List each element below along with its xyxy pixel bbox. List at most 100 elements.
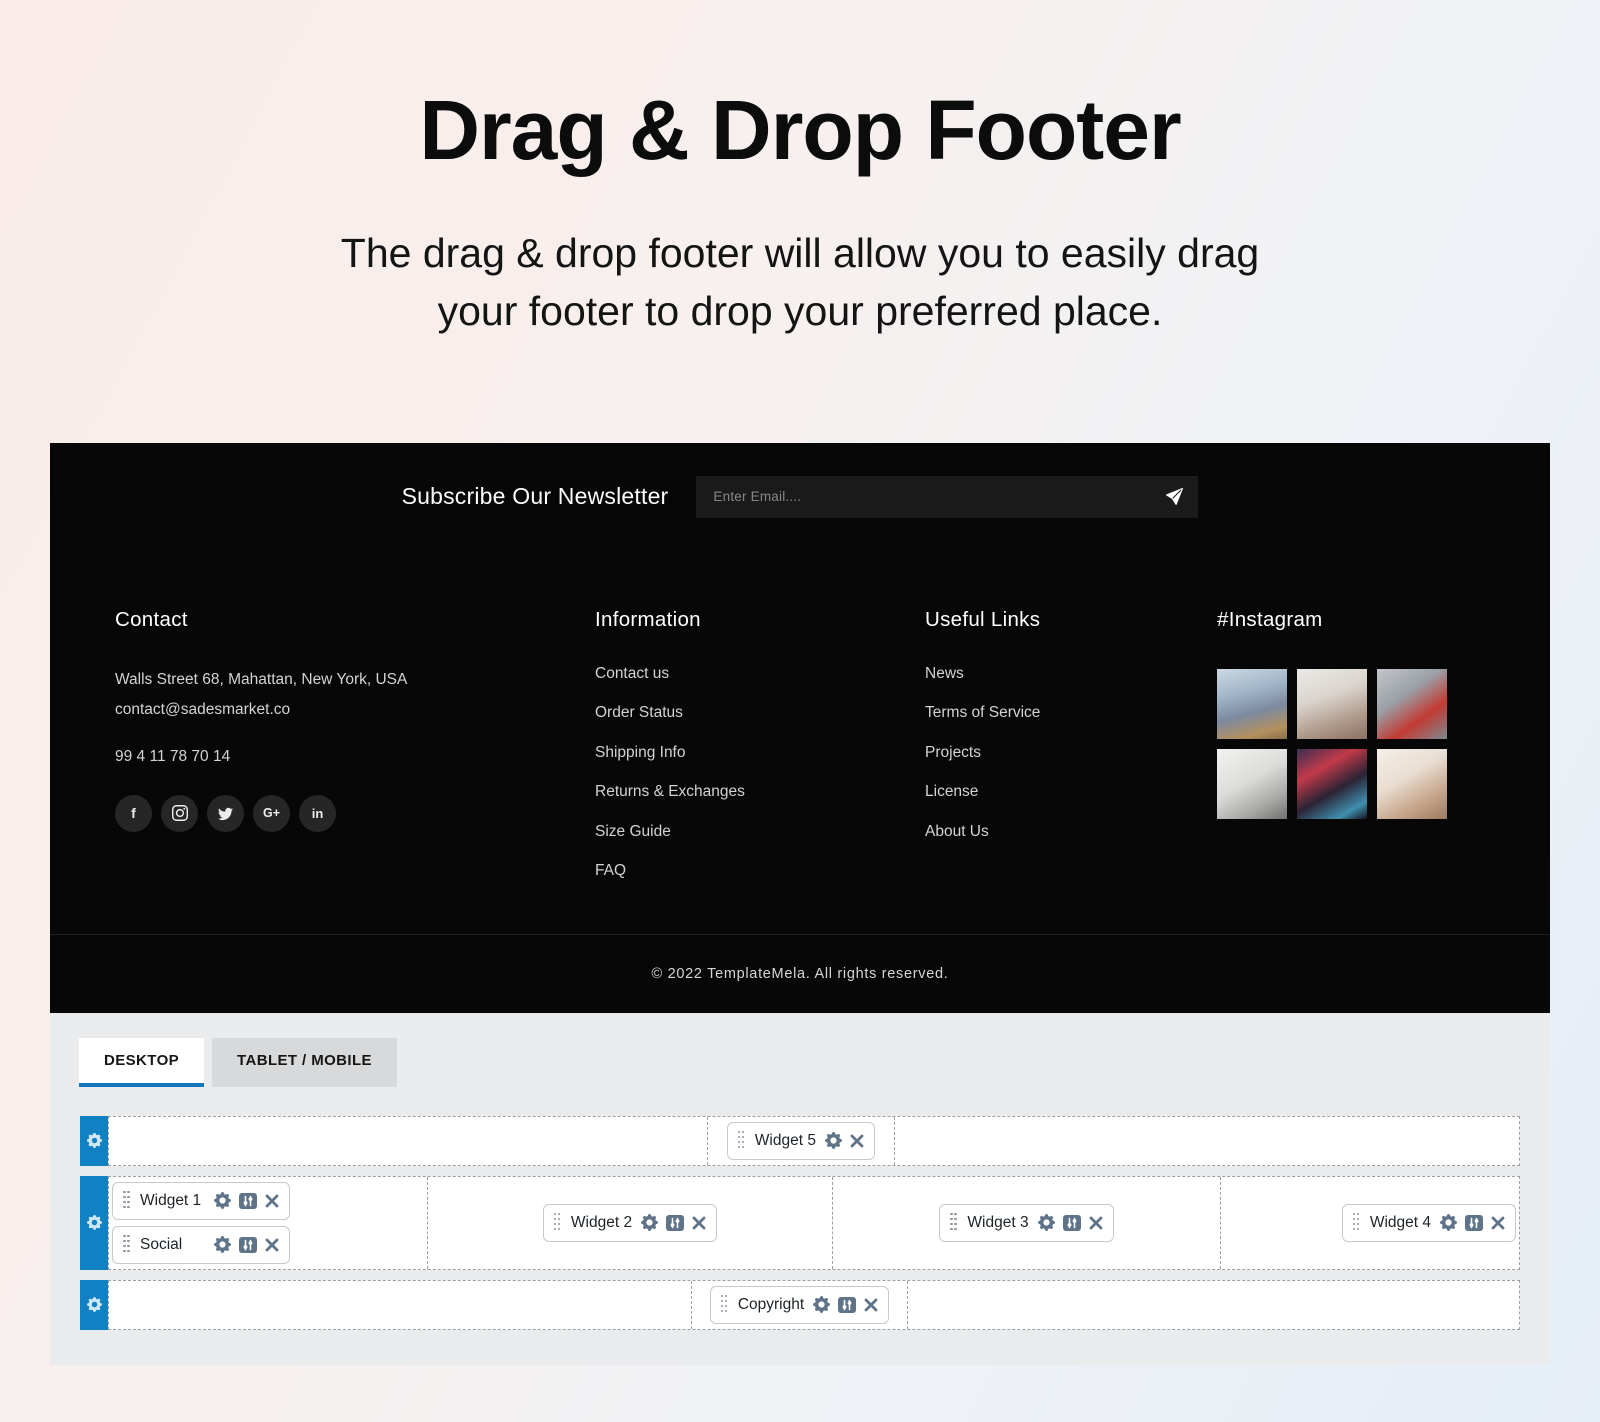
sliders-icon[interactable] [239,1193,257,1209]
paper-plane-icon [1166,488,1183,505]
footer-builder-panel: DESKTOP TABLET / MOBILE Widget 5 [50,1013,1550,1365]
drop-zone[interactable]: Copyright [692,1281,907,1329]
page: Drag & Drop Footer The drag & drop foote… [0,0,1600,1422]
gear-icon[interactable] [1440,1214,1457,1231]
footer-column-useful-links: Useful Links News Terms of Service Proje… [925,608,1217,934]
widget-chip-widget1[interactable]: Widget 1 [112,1182,290,1220]
footer-link[interactable]: About Us [925,823,1217,841]
sliders-icon[interactable] [666,1215,684,1231]
sliders-icon[interactable] [239,1237,257,1253]
drop-zone[interactable]: Widget 1 Social [109,1177,428,1269]
widget-chip-copyright[interactable]: Copyright [710,1286,889,1324]
footer-link[interactable]: Projects [925,744,1217,762]
widget-chip-widget2[interactable]: Widget 2 [543,1204,717,1242]
gear-icon[interactable] [825,1132,842,1149]
close-icon[interactable] [864,1298,878,1312]
facebook-icon[interactable]: f [115,795,152,832]
contact-address: Walls Street 68, Mahattan, New York, USA [115,665,595,695]
email-input[interactable] [711,488,1156,505]
footer-link[interactable]: License [925,783,1217,801]
hero-section: Drag & Drop Footer The drag & drop foote… [0,0,1600,341]
contact-email[interactable]: contact@sadesmarket.co [115,695,595,725]
subtitle-line-1: The drag & drop footer will allow you to… [341,230,1259,276]
device-tabs: DESKTOP TABLET / MOBILE [50,1013,1550,1087]
footer-link[interactable]: Terms of Service [925,704,1217,722]
send-button[interactable] [1166,488,1183,505]
drag-handle-icon[interactable] [1353,1213,1361,1233]
copyright-bar: © 2022 TemplateMela. All rights reserved… [50,934,1550,1013]
close-icon[interactable] [692,1216,706,1230]
drag-handle-icon[interactable] [950,1213,958,1233]
footer-link[interactable]: Contact us [595,665,925,683]
drag-handle-icon[interactable] [123,1235,131,1255]
footer-column-contact: Contact Walls Street 68, Mahattan, New Y… [115,608,595,934]
drop-zone[interactable] [895,1117,1519,1165]
useful-links-heading: Useful Links [925,608,1217,632]
instagram-photo-bedroom[interactable] [1217,749,1287,819]
gear-icon[interactable] [1038,1214,1055,1231]
footer-link[interactable]: FAQ [595,862,925,880]
close-icon[interactable] [265,1194,279,1208]
gear-icon[interactable] [813,1296,830,1313]
tab-tablet-mobile[interactable]: TABLET / MOBILE [212,1038,397,1087]
drop-zone[interactable] [109,1281,692,1329]
builder-row-middle: Widget 1 Social [80,1176,1520,1270]
builder-row-bottom: Copyright [80,1280,1520,1330]
information-heading: Information [595,608,925,632]
drag-handle-icon[interactable] [123,1191,131,1211]
drag-handle-icon[interactable] [738,1131,746,1151]
drop-zone[interactable]: Widget 3 [833,1177,1220,1269]
google-plus-icon[interactable]: G+ [253,795,290,832]
linkedin-icon[interactable]: in [299,795,336,832]
sliders-icon[interactable] [1063,1215,1081,1231]
footer-column-instagram: #Instagram [1217,608,1485,934]
row-settings-handle[interactable] [80,1176,108,1270]
instagram-icon[interactable] [161,795,198,832]
tab-desktop[interactable]: DESKTOP [79,1038,204,1087]
drop-zone[interactable] [109,1117,708,1165]
footer-link[interactable]: News [925,665,1217,683]
footer-preview: Subscribe Our Newsletter Contact Walls S… [50,443,1550,1013]
sliders-icon[interactable] [1465,1215,1483,1231]
footer-link[interactable]: Size Guide [595,823,925,841]
gear-icon[interactable] [214,1236,231,1253]
instagram-heading: #Instagram [1217,608,1485,632]
widget-chip-widget4[interactable]: Widget 4 [1342,1204,1516,1242]
sliders-icon[interactable] [838,1297,856,1313]
twitter-icon[interactable] [207,795,244,832]
newsletter-label: Subscribe Our Newsletter [402,483,669,510]
builder-rows: Widget 5 [50,1087,1550,1330]
close-icon[interactable] [850,1134,864,1148]
contact-phone[interactable]: 99 4 11 78 70 14 [115,742,595,772]
instagram-grid [1217,669,1485,819]
drag-handle-icon[interactable] [554,1213,562,1233]
footer-link[interactable]: Shipping Info [595,744,925,762]
instagram-photo-cyclist[interactable] [1217,669,1287,739]
close-icon[interactable] [265,1238,279,1252]
widget-chip-social[interactable]: Social [112,1226,290,1264]
contact-heading: Contact [115,608,595,632]
drop-zone[interactable]: Widget 2 [428,1177,834,1269]
builder-row-top: Widget 5 [80,1116,1520,1166]
page-subtitle: The drag & drop footer will allow you to… [240,224,1360,340]
close-icon[interactable] [1089,1216,1103,1230]
instagram-photo-child-glasses[interactable] [1297,669,1367,739]
instagram-photo-firefighter[interactable] [1297,749,1367,819]
drag-handle-icon[interactable] [721,1295,729,1315]
row-settings-handle[interactable] [80,1280,108,1330]
widget-chip-widget5[interactable]: Widget 5 [727,1122,875,1160]
footer-columns: Contact Walls Street 68, Mahattan, New Y… [50,518,1550,934]
gear-icon[interactable] [641,1214,658,1231]
row-settings-handle[interactable] [80,1116,108,1166]
drop-zone[interactable] [908,1281,1519,1329]
drop-zone[interactable]: Widget 4 [1221,1177,1519,1269]
footer-link[interactable]: Order Status [595,704,925,722]
instagram-photo-mechanic[interactable] [1377,669,1447,739]
close-icon[interactable] [1491,1216,1505,1230]
widget-chip-widget3[interactable]: Widget 3 [939,1204,1113,1242]
footer-link[interactable]: Returns & Exchanges [595,783,925,801]
instagram-photo-wedding[interactable] [1377,749,1447,819]
footer-column-information: Information Contact us Order Status Ship… [595,608,925,934]
drop-zone[interactable]: Widget 5 [708,1117,895,1165]
gear-icon[interactable] [214,1192,231,1209]
